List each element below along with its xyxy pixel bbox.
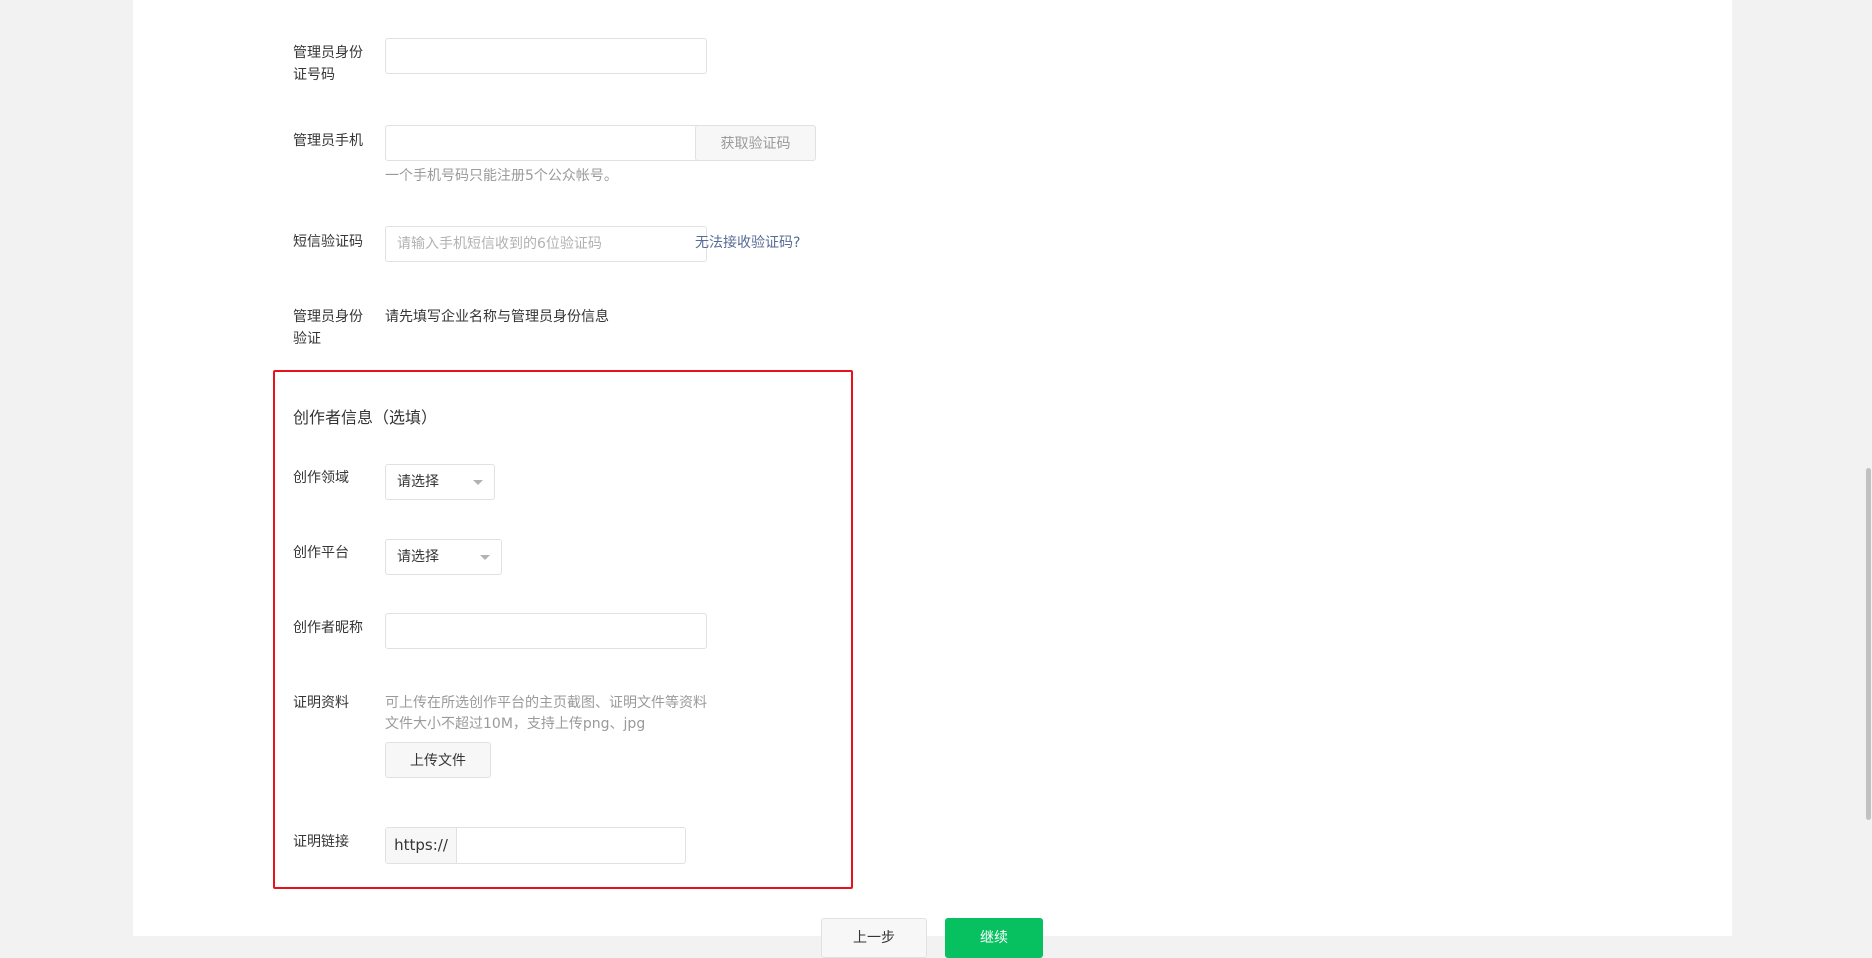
proof-link-group: https:// <box>385 827 686 864</box>
admin-verify-label: 管理员身份验证 <box>293 309 363 347</box>
page-panel: 管理员身份证号码 管理员手机 获取验证码 一个手机号码只能注册5个公众帐号。 短… <box>133 0 1732 958</box>
sms-code-label: 短信验证码 <box>293 234 363 250</box>
admin-id-label: 管理员身份证号码 <box>293 45 363 83</box>
proof-tip-1: 可上传在所选创作平台的主页截图、证明文件等资料 <box>385 695 707 711</box>
sms-code-input[interactable] <box>385 226 707 262</box>
get-code-button[interactable]: 获取验证码 <box>695 125 816 161</box>
admin-verify-text: 请先填写企业名称与管理员身份信息 <box>385 309 609 325</box>
creator-nickname-input[interactable] <box>385 613 707 649</box>
creator-nickname-label: 创作者昵称 <box>293 620 363 636</box>
creator-platform-value: 请选择 <box>397 549 439 565</box>
admin-phone-label: 管理员手机 <box>293 133 363 149</box>
proof-tip-2: 文件大小不超过10M，支持上传png、jpg <box>385 716 646 732</box>
creator-field-value: 请选择 <box>397 474 439 490</box>
creator-section-title: 创作者信息（选填） <box>293 408 438 427</box>
sms-help-link[interactable]: 无法接收验证码? <box>695 232 800 254</box>
upload-file-button[interactable]: 上传文件 <box>385 742 491 778</box>
creator-field-label: 创作领域 <box>293 470 349 486</box>
url-prefix: https:// <box>386 828 457 863</box>
proof-label: 证明资料 <box>293 695 349 711</box>
prev-step-button[interactable]: 上一步 <box>821 918 927 958</box>
creator-platform-select[interactable]: 请选择 <box>385 539 502 575</box>
proof-link-input[interactable] <box>457 828 685 863</box>
admin-phone-tip: 一个手机号码只能注册5个公众帐号。 <box>385 168 618 184</box>
chevron-down-icon <box>480 555 490 560</box>
creator-field-select[interactable]: 请选择 <box>385 464 495 500</box>
chevron-down-icon <box>473 480 483 485</box>
continue-button[interactable]: 继续 <box>945 918 1043 958</box>
creator-platform-label: 创作平台 <box>293 545 349 561</box>
proof-link-label: 证明链接 <box>293 834 349 850</box>
scrollbar[interactable] <box>1866 0 1872 936</box>
admin-id-input[interactable] <box>385 38 707 74</box>
scrollbar-thumb[interactable] <box>1866 468 1871 820</box>
admin-phone-input[interactable] <box>385 125 707 161</box>
